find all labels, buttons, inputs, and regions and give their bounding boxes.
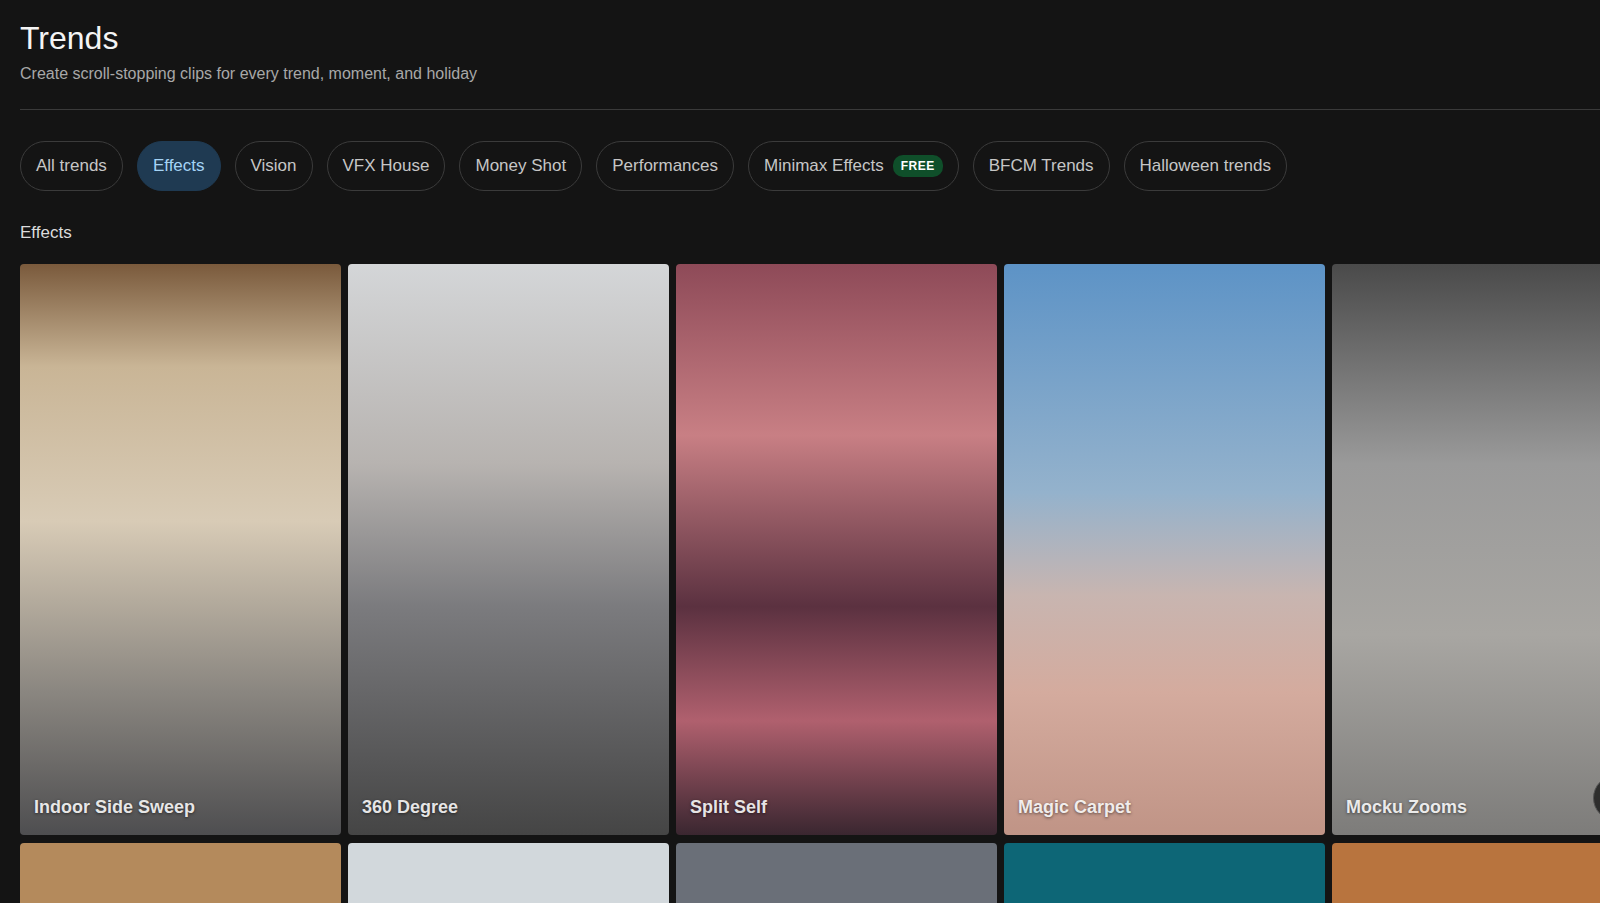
tab-label: BFCM Trends bbox=[989, 156, 1094, 176]
trend-tab[interactable]: Money Shot bbox=[459, 141, 582, 191]
trend-grid: Indoor Side Sweep 360 Degree Split Self Mag… bbox=[20, 264, 1600, 903]
card-title: Indoor Side Sweep bbox=[34, 797, 195, 818]
tab-label: Halloween trends bbox=[1140, 156, 1271, 176]
trend-tab[interactable]: VFX House bbox=[327, 141, 446, 191]
tab-label: All trends bbox=[36, 156, 107, 176]
trend-tab[interactable]: BFCM Trends bbox=[973, 141, 1110, 191]
trend-card[interactable]: Magic Carpet bbox=[1004, 264, 1325, 835]
tab-label: Performances bbox=[612, 156, 718, 176]
trend-card[interactable] bbox=[1004, 843, 1325, 903]
tab-label: VFX House bbox=[343, 156, 430, 176]
trend-tab[interactable]: Minimax Effects FREE bbox=[748, 141, 959, 191]
chat-icon[interactable] bbox=[1593, 775, 1600, 821]
card-row bbox=[20, 843, 1600, 903]
free-badge: FREE bbox=[893, 155, 943, 177]
card-row: Indoor Side Sweep 360 Degree Split Self Mag… bbox=[20, 264, 1600, 835]
card-title: Mocku Zooms bbox=[1346, 797, 1467, 818]
trend-tab[interactable]: Effects bbox=[137, 141, 221, 191]
trend-card[interactable] bbox=[20, 843, 341, 903]
tab-label: Effects bbox=[153, 156, 205, 176]
tab-bar: All trends Effects Vision VFX House Money Sh… bbox=[20, 141, 1600, 191]
trend-tab[interactable]: All trends bbox=[20, 141, 123, 191]
page-subtitle: Create scroll-stopping clips for every t… bbox=[20, 64, 1600, 84]
tab-label: Minimax Effects bbox=[764, 156, 884, 176]
card-title: 360 Degree bbox=[362, 797, 458, 818]
page-title: Trends bbox=[20, 18, 1600, 58]
card-title: Split Self bbox=[690, 797, 767, 818]
section-title: Effects bbox=[20, 223, 1600, 243]
trend-card[interactable]: Indoor Side Sweep bbox=[20, 264, 341, 835]
tab-label: Vision bbox=[251, 156, 297, 176]
trend-tab[interactable]: Performances bbox=[596, 141, 734, 191]
tab-label: Money Shot bbox=[475, 156, 566, 176]
divider bbox=[20, 109, 1600, 110]
trend-card[interactable] bbox=[1332, 843, 1600, 903]
trend-card[interactable] bbox=[676, 843, 997, 903]
trend-tab[interactable]: Vision bbox=[235, 141, 313, 191]
trend-card[interactable]: Mocku Zooms bbox=[1332, 264, 1600, 835]
card-title: Magic Carpet bbox=[1018, 797, 1131, 818]
trend-card[interactable]: Split Self bbox=[676, 264, 997, 835]
trend-tab[interactable]: Halloween trends bbox=[1124, 141, 1287, 191]
trend-card[interactable]: 360 Degree bbox=[348, 264, 669, 835]
trend-card[interactable] bbox=[348, 843, 669, 903]
